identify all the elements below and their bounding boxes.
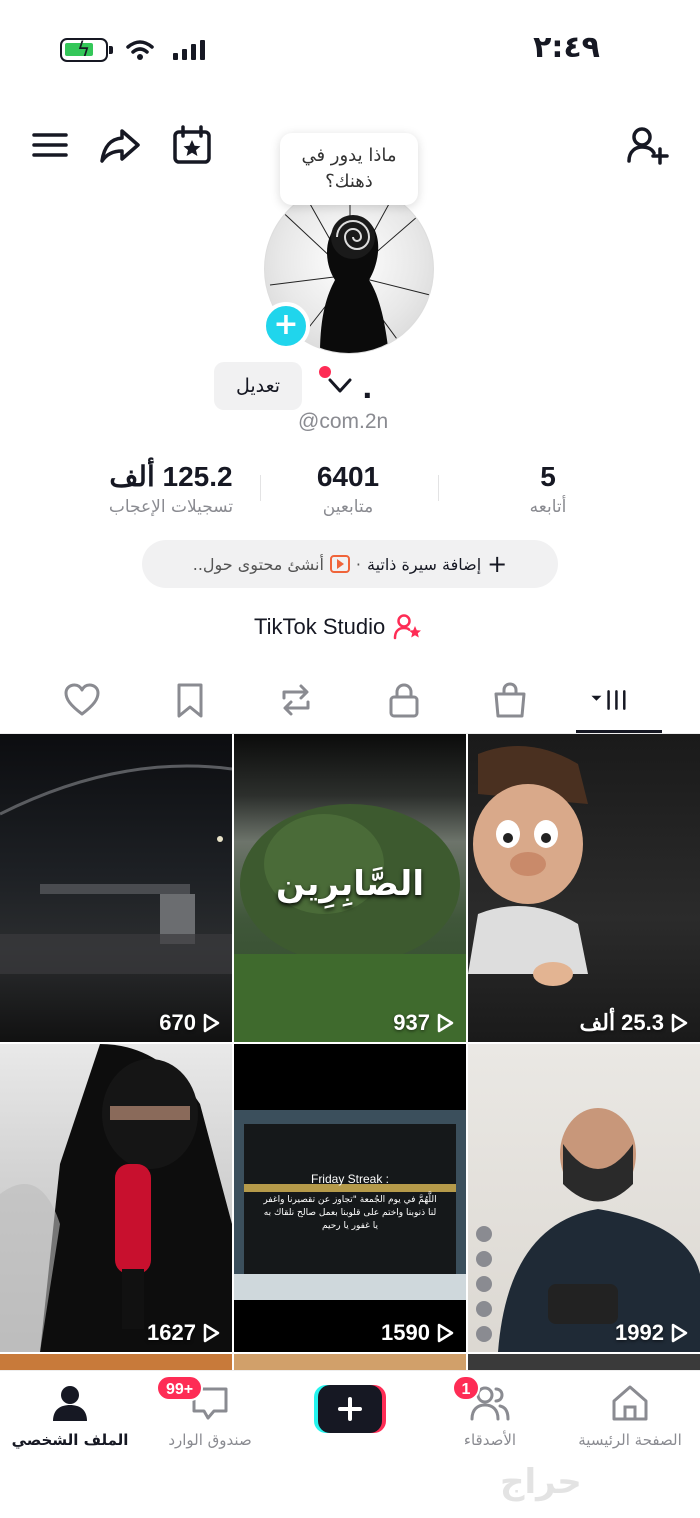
view-count: 670 [159,1010,220,1036]
nav-profile[interactable]: الملف الشخصي [0,1381,140,1449]
heart-icon[interactable] [62,680,102,720]
play-icon [671,1323,688,1343]
play-icon [203,1013,220,1033]
stat-likes[interactable]: 125.2 ألف تسجيلات الإعجاب [86,460,256,520]
video-thumbnail[interactable]: الصَّابِرِين 937 [234,734,466,1042]
status-icons: ϟ [60,37,208,62]
signal-icon [173,40,205,60]
battery-icon: ϟ [60,37,113,62]
view-count: 1590 [381,1320,454,1346]
edit-profile-button[interactable]: تعديل [214,362,302,410]
stat-divider [438,475,439,501]
menu-icon[interactable] [28,123,72,167]
video-thumbnail[interactable]: 1992 [468,1044,700,1352]
woman-mic-scene [0,1044,232,1352]
home-icon [612,1385,648,1421]
wifi-icon [126,40,154,60]
plus-icon [314,1385,386,1433]
bio-pill[interactable]: + إضافة سيرة ذاتية · أنشئ محتوى حول.. [142,540,558,588]
profile-icon [53,1386,87,1421]
view-count: 937 [393,1010,454,1036]
video-thumbnail[interactable]: 25.3 ألف [468,734,700,1042]
share-icon[interactable] [98,123,142,167]
status-bar: ϟ ٢:٤٩ [0,0,700,100]
view-count: 1627 [147,1320,220,1346]
video-thumbnail[interactable]: 670 [0,734,232,1042]
man-live-scene [476,1108,700,1352]
stat-followers[interactable]: 6401 متابعين [278,460,418,520]
play-icon [671,1013,688,1033]
stat-divider [260,475,261,501]
chevron-down-icon[interactable] [326,374,354,398]
night-car-scene [0,764,232,974]
video-overlay-text: اللَّهُمَّ في يوم الجُمعة "تجاوز عن تقصي… [263,1195,437,1231]
lock-icon[interactable] [384,680,424,720]
video-thumbnail[interactable]: Friday Streak : اللَّهُمَّ في يوم الجُمع… [234,1044,466,1352]
play-box-icon [329,555,350,573]
status-time: ٢:٤٩ [533,30,600,65]
plus-icon: + [487,550,508,578]
create-button[interactable] [314,1385,386,1433]
active-tab-indicator [576,730,662,733]
nav-friends[interactable]: الأصدقاء [420,1381,560,1449]
bookmark-icon[interactable] [170,680,210,720]
display-name[interactable]: . [362,372,373,405]
profile-tabs [0,670,700,734]
studio-label: TikTok Studio [254,614,386,639]
add-story-button[interactable]: + [262,302,310,350]
repost-icon[interactable] [276,680,316,720]
friends-badge: 1 [452,1375,480,1401]
play-icon [437,1013,454,1033]
nav-home[interactable]: الصفحة الرئيسية [560,1381,700,1449]
calendar-star-icon[interactable] [170,123,214,167]
status-bubble[interactable]: ماذا يدور في ذهنك؟ [280,133,418,205]
videos-grid-icon[interactable] [590,680,646,720]
view-count: 1992 [615,1320,688,1346]
create-content-label[interactable]: أنشئ محتوى حول.. [193,555,324,574]
play-icon [203,1323,220,1343]
inbox-badge: 99+ [156,1375,204,1401]
puppet-scene [468,746,588,986]
username-handle: @com.2n [298,410,389,433]
view-count: 25.3 ألف [579,1010,688,1036]
shop-icon[interactable] [490,680,530,720]
tiktok-studio-link[interactable]: TikTok Studio [254,612,423,642]
add-friend-icon[interactable] [626,123,670,167]
creator-star-icon [394,614,422,640]
video-overlay-title: Friday Streak : [310,1172,390,1186]
video-thumbnail[interactable]: 1627 [0,1044,232,1352]
watermark: حراج [500,1462,582,1502]
add-bio-label[interactable]: إضافة سيرة ذاتية [367,555,481,574]
video-overlay-text: الصَّابِرِين [276,864,424,904]
stat-following[interactable]: 5 أتابعه [478,460,618,520]
play-icon [437,1323,454,1343]
bottom-nav: الملف الشخصي صندوق الوارد 99+ الأصدقاء 1… [0,1370,700,1518]
bio-separator: · [355,554,361,574]
